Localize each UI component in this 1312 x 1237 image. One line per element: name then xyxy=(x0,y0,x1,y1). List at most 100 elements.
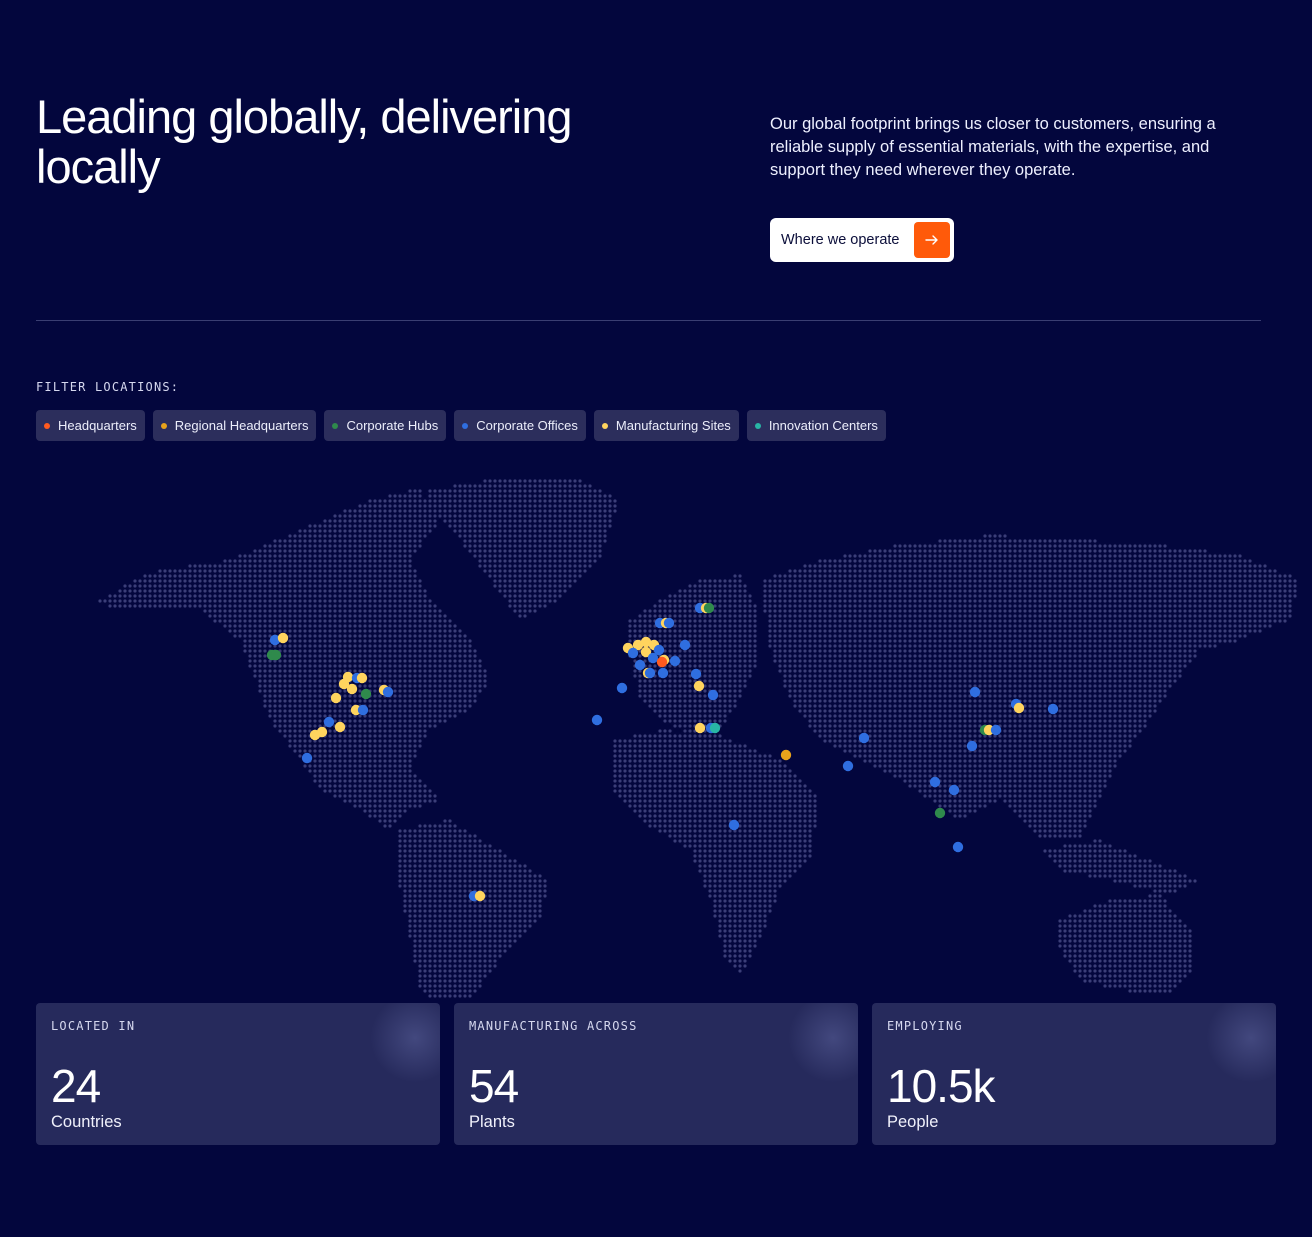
land-dot xyxy=(518,554,522,558)
land-dot xyxy=(958,619,962,623)
land-dot xyxy=(1248,559,1252,563)
land-dot xyxy=(503,514,507,518)
land-dot xyxy=(353,649,357,653)
land-dot xyxy=(973,574,977,578)
land-dot xyxy=(403,604,407,608)
land-dot xyxy=(713,584,717,588)
land-dot xyxy=(543,544,547,548)
land-dot xyxy=(1018,564,1022,568)
land-dot xyxy=(493,484,497,488)
land-dot xyxy=(1203,599,1207,603)
land-dot xyxy=(258,554,262,558)
land-dot xyxy=(328,599,332,603)
land-dot xyxy=(1203,594,1207,598)
land-dot xyxy=(468,664,472,668)
land-dot xyxy=(978,539,982,543)
land-dot xyxy=(563,544,567,548)
land-dot xyxy=(283,539,287,543)
land-dot xyxy=(358,584,362,588)
land-dot xyxy=(233,559,237,563)
land-dot xyxy=(733,644,737,648)
land-dot xyxy=(1083,619,1087,623)
land-dot xyxy=(363,554,367,558)
land-dot xyxy=(843,644,847,648)
land-dot xyxy=(413,534,417,538)
land-dot xyxy=(1083,639,1087,643)
land-dot xyxy=(188,574,192,578)
land-dot xyxy=(423,639,427,643)
land-dot xyxy=(413,519,417,523)
filter-chip-corporate-offices[interactable]: Corporate Offices xyxy=(454,410,586,441)
land-dot xyxy=(378,644,382,648)
land-dot xyxy=(313,639,317,643)
land-dot xyxy=(968,574,972,578)
land-dot xyxy=(423,589,427,593)
land-dot xyxy=(1138,634,1142,638)
land-dot xyxy=(558,524,562,528)
land-dot xyxy=(1063,594,1067,598)
land-dot xyxy=(598,534,602,538)
land-dot xyxy=(958,579,962,583)
land-dot xyxy=(283,564,287,568)
land-dot xyxy=(533,579,537,583)
land-dot xyxy=(353,554,357,558)
land-dot xyxy=(313,609,317,613)
land-dot xyxy=(1168,624,1172,628)
land-dot xyxy=(703,579,707,583)
filter-chip-corporate-hubs[interactable]: Corporate Hubs xyxy=(324,410,447,441)
where-we-operate-button[interactable]: Where we operate xyxy=(770,218,954,262)
land-dot xyxy=(1128,634,1132,638)
land-dot xyxy=(463,539,467,543)
land-dot xyxy=(928,604,932,608)
land-dot xyxy=(1088,599,1092,603)
land-dot xyxy=(858,624,862,628)
land-dot xyxy=(1063,654,1067,658)
land-dot xyxy=(383,534,387,538)
land-dot xyxy=(713,579,717,583)
land-dot xyxy=(833,564,837,568)
land-dot xyxy=(1103,559,1107,563)
land-dot xyxy=(348,629,352,633)
land-dot xyxy=(528,584,532,588)
land-dot xyxy=(853,569,857,573)
land-dot xyxy=(398,654,402,658)
land-dot xyxy=(413,529,417,533)
land-dot xyxy=(188,589,192,593)
land-dot xyxy=(858,659,862,663)
filter-chip-manufacturing-sites[interactable]: Manufacturing Sites xyxy=(593,410,739,441)
land-dot xyxy=(513,609,517,613)
land-dot xyxy=(903,609,907,613)
land-dot xyxy=(898,599,902,603)
land-dot xyxy=(878,574,882,578)
filter-chip-headquarters[interactable]: Headquarters xyxy=(36,410,145,441)
land-dot xyxy=(468,484,472,488)
land-dot xyxy=(1048,629,1052,633)
land-dot xyxy=(393,544,397,548)
filter-chip-innovation-centers[interactable]: Innovation Centers xyxy=(746,410,886,441)
filter-chip-regional-headquarters[interactable]: Regional Headquarters xyxy=(152,410,317,441)
land-dot xyxy=(393,574,397,578)
land-dot xyxy=(1158,589,1162,593)
land-dot xyxy=(953,539,957,543)
world-dot-map xyxy=(98,479,1297,998)
land-dot xyxy=(413,644,417,648)
land-dot xyxy=(258,569,262,573)
land-dot xyxy=(1263,569,1267,573)
land-dot xyxy=(963,644,967,648)
land-dot xyxy=(563,484,567,488)
land-dot xyxy=(1093,609,1097,613)
land-dot xyxy=(438,494,442,498)
land-dot xyxy=(423,534,427,538)
land-dot xyxy=(238,559,242,563)
land-dot xyxy=(468,644,472,648)
land-dot xyxy=(1188,659,1192,663)
land-dot xyxy=(553,494,557,498)
land-dot xyxy=(838,594,842,598)
land-dot xyxy=(358,639,362,643)
land-dot xyxy=(373,589,377,593)
land-dot xyxy=(308,639,312,643)
land-dot xyxy=(558,579,562,583)
land-dot xyxy=(683,609,687,613)
filter-chip-label: Headquarters xyxy=(58,418,137,433)
land-dot xyxy=(733,629,737,633)
